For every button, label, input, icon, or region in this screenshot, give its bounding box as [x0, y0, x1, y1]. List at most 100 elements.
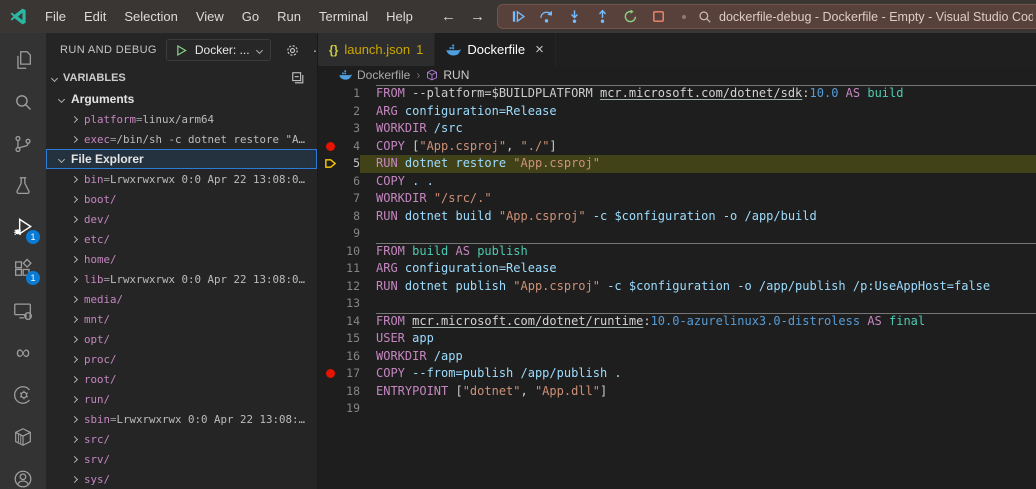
code-line[interactable]: 12RUN dotnet publish "App.csproj" -c $co… [318, 278, 1036, 296]
menu-edit[interactable]: Edit [75, 5, 115, 28]
variable-row[interactable]: home/ [46, 249, 317, 269]
debug-step-out-button[interactable] [590, 6, 614, 27]
variable-row[interactable]: platform = linux/arm64 [46, 109, 317, 129]
variables-group-file-explorer[interactable]: File Explorer [46, 149, 317, 169]
gutter[interactable] [318, 400, 342, 418]
variable-row[interactable]: src/ [46, 429, 317, 449]
menu-terminal[interactable]: Terminal [310, 5, 377, 28]
testing-icon[interactable] [0, 165, 46, 207]
code-line-text[interactable]: FROM --platform=$BUILDPLATFORM mcr.micro… [360, 85, 1036, 103]
menu-file[interactable]: File [36, 5, 75, 28]
containers-icon[interactable] [0, 416, 46, 458]
gutter[interactable] [318, 225, 342, 243]
debug-restart-button[interactable] [618, 6, 642, 27]
gutter[interactable] [318, 190, 342, 208]
debug-stop-button[interactable] [646, 6, 670, 27]
code-line-text[interactable]: COPY --from=publish /app/publish . [360, 365, 1036, 383]
account-icon[interactable] [0, 458, 46, 489]
variables-section-header[interactable]: VARIABLES [46, 67, 317, 89]
code-editor[interactable]: 1FROM --platform=$BUILDPLATFORM mcr.micr… [318, 84, 1036, 489]
debug-continue-button[interactable] [506, 6, 530, 27]
code-line-text[interactable] [360, 400, 1036, 418]
variable-row[interactable]: proc/ [46, 349, 317, 369]
code-line-text[interactable]: RUN dotnet publish "App.csproj" -c $conf… [360, 278, 1036, 296]
variable-row[interactable]: sys/ [46, 469, 317, 489]
gutter[interactable] [318, 383, 342, 401]
code-line[interactable]: 2ARG configuration=Release [318, 103, 1036, 121]
iot-gear-icon[interactable] [0, 374, 46, 416]
explorer-icon[interactable] [0, 39, 46, 81]
code-line[interactable]: 9 [318, 225, 1036, 243]
code-line[interactable]: 3WORKDIR /src [318, 120, 1036, 138]
variable-row[interactable]: root/ [46, 369, 317, 389]
variable-row[interactable]: run/ [46, 389, 317, 409]
variable-row[interactable]: srv/ [46, 449, 317, 469]
code-line-text[interactable]: COPY . . [360, 173, 1036, 191]
source-control-icon[interactable] [0, 123, 46, 165]
variable-row[interactable]: opt/ [46, 329, 317, 349]
code-line[interactable]: 11ARG configuration=Release [318, 260, 1036, 278]
code-line-text[interactable]: WORKDIR "/src/." [360, 190, 1036, 208]
gutter[interactable] [318, 278, 342, 296]
code-line-text[interactable]: ARG configuration=Release [360, 260, 1036, 278]
code-line-text[interactable]: RUN dotnet build "App.csproj" -c $config… [360, 208, 1036, 226]
gutter[interactable] [318, 313, 342, 331]
gutter[interactable] [318, 330, 342, 348]
menu-run[interactable]: Run [268, 5, 310, 28]
variable-row[interactable]: sbin = Lrwxrwxrwx 0:0 Apr 22 13:08:… [46, 409, 317, 429]
code-line[interactable]: 8RUN dotnet build "App.csproj" -c $confi… [318, 208, 1036, 226]
menu-help[interactable]: Help [377, 5, 422, 28]
code-line-text[interactable]: FROM build AS publish [360, 243, 1036, 261]
search-view-icon[interactable] [0, 81, 46, 123]
extensions-icon[interactable]: 1 [0, 249, 46, 291]
code-line[interactable]: 18ENTRYPOINT ["dotnet", "App.dll"] [318, 383, 1036, 401]
breakpoint-icon[interactable] [326, 142, 335, 151]
code-line-text[interactable]: COPY ["App.csproj", "./"] [360, 138, 1036, 156]
variable-row[interactable]: media/ [46, 289, 317, 309]
gutter[interactable] [318, 173, 342, 191]
variable-row[interactable]: mnt/ [46, 309, 317, 329]
code-line-text[interactable]: FROM mcr.microsoft.com/dotnet/runtime:10… [360, 313, 1036, 331]
code-line-text[interactable]: WORKDIR /src [360, 120, 1036, 138]
code-line-text[interactable]: ENTRYPOINT ["dotnet", "App.dll"] [360, 383, 1036, 401]
command-center[interactable]: dockerfile-debug - Dockerfile - Empty - … [698, 10, 1033, 24]
gutter[interactable] [318, 103, 342, 121]
variable-row[interactable]: bin = Lrwxrwxrwx 0:0 Apr 22 13:08:0… [46, 169, 317, 189]
debug-step-over-button[interactable] [534, 6, 558, 27]
breakpoint-gutter[interactable] [318, 365, 342, 383]
menu-view[interactable]: View [187, 5, 233, 28]
debug-step-into-button[interactable] [562, 6, 586, 27]
gutter[interactable] [318, 120, 342, 138]
breadcrumb-symbol[interactable]: RUN [443, 68, 469, 82]
variable-row[interactable]: etc/ [46, 229, 317, 249]
close-tab-icon[interactable]: × [535, 41, 544, 58]
current-frame-gutter[interactable] [318, 155, 342, 173]
code-line[interactable]: 14FROM mcr.microsoft.com/dotnet/runtime:… [318, 313, 1036, 331]
code-line[interactable]: 1FROM --platform=$BUILDPLATFORM mcr.micr… [318, 85, 1036, 103]
breakpoint-gutter[interactable] [318, 138, 342, 156]
nav-forward-icon[interactable]: → [470, 8, 485, 25]
azure-icon[interactable]: ∞ [0, 332, 46, 374]
code-line[interactable]: 17COPY --from=publish /app/publish . [318, 365, 1036, 383]
code-line[interactable]: 13 [318, 295, 1036, 313]
breadcrumb-file[interactable]: Dockerfile [357, 68, 410, 82]
code-line[interactable]: 6COPY . . [318, 173, 1036, 191]
code-line[interactable]: 7WORKDIR "/src/." [318, 190, 1036, 208]
variable-row[interactable]: lib = Lrwxrwxrwx 0:0 Apr 22 13:08:0… [46, 269, 317, 289]
menu-selection[interactable]: Selection [115, 5, 186, 28]
code-line[interactable]: 15USER app [318, 330, 1036, 348]
code-line-text[interactable] [360, 295, 1036, 313]
debug-toolbar-drag-handle[interactable] [682, 15, 686, 19]
variable-row[interactable]: exec = /bin/sh -c dotnet restore "A… [46, 129, 317, 149]
nav-back-icon[interactable]: ← [441, 8, 456, 25]
gear-icon[interactable] [285, 43, 300, 58]
variable-row[interactable]: boot/ [46, 189, 317, 209]
run-and-debug-icon[interactable]: 1 [0, 207, 46, 249]
code-line[interactable]: 10FROM build AS publish [318, 243, 1036, 261]
menu-go[interactable]: Go [233, 5, 268, 28]
gutter[interactable] [318, 243, 342, 261]
code-line[interactable]: 4COPY ["App.csproj", "./"] [318, 138, 1036, 156]
remote-explorer-icon[interactable] [0, 290, 46, 332]
gutter[interactable] [318, 208, 342, 226]
breakpoint-icon[interactable] [326, 369, 335, 378]
